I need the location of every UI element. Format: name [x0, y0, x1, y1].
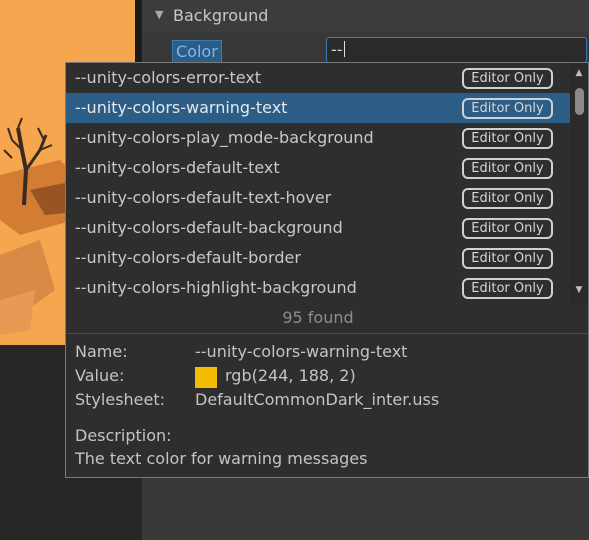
list-item[interactable]: --unity-colors-play_mode-background Edit… [66, 123, 570, 153]
editor-only-badge: Editor Only [462, 128, 553, 149]
name-value: --unity-colors-warning-text [195, 342, 408, 361]
editor-only-badge: Editor Only [462, 158, 553, 179]
variable-name: --unity-colors-warning-text [75, 98, 288, 117]
variable-name: --unity-colors-error-text [75, 68, 262, 87]
variable-name: --unity-colors-default-border [75, 248, 301, 267]
description-label: Description: [75, 426, 172, 445]
variable-name: --unity-colors-default-background [75, 218, 343, 237]
description-text: The text color for warning messages [75, 449, 368, 468]
list-item[interactable]: --unity-colors-error-text Editor Only [66, 63, 570, 93]
value-label: Value: [75, 366, 125, 385]
list-item[interactable]: --unity-colors-default-text Editor Only [66, 153, 570, 183]
variable-name: --unity-colors-default-text [75, 158, 280, 177]
variable-name: --unity-colors-play_mode-background [75, 128, 374, 147]
popup-divider [66, 333, 588, 334]
editor-only-badge: Editor Only [462, 188, 553, 209]
editor-only-badge: Editor Only [462, 68, 553, 89]
variable-completion-popup: --unity-colors-error-text Editor Only --… [65, 62, 589, 478]
variable-list[interactable]: --unity-colors-error-text Editor Only --… [66, 63, 570, 303]
scroll-up-arrow-icon[interactable]: ▲ [574, 68, 584, 78]
variable-name: --unity-colors-default-text-hover [75, 188, 332, 207]
value-text: rgb(244, 188, 2) [225, 366, 356, 385]
stylesheet-value: DefaultCommonDark_inter.uss [195, 390, 440, 409]
editor-only-badge: Editor Only [462, 248, 553, 269]
results-count: 95 found [282, 308, 354, 327]
editor-only-badge: Editor Only [462, 98, 553, 119]
color-variable-input[interactable]: -- [326, 37, 587, 63]
variable-name: --unity-colors-highlight-background [75, 278, 357, 297]
list-item[interactable]: --unity-colors-default-background Editor… [66, 213, 570, 243]
color-field-label[interactable]: Color [172, 40, 222, 64]
editor-only-badge: Editor Only [462, 218, 553, 239]
list-item[interactable]: --unity-colors-default-text-hover Editor… [66, 183, 570, 213]
list-scrollbar[interactable]: ▲ ▼ [570, 63, 588, 303]
list-item-selected[interactable]: --unity-colors-warning-text Editor Only [66, 93, 570, 123]
list-item[interactable]: --unity-colors-default-border Editor Onl… [66, 243, 570, 273]
list-item[interactable]: --unity-colors-highlight-background Edit… [66, 273, 570, 303]
background-foldout-header[interactable]: ▼ Background [142, 0, 589, 32]
name-label: Name: [75, 342, 128, 361]
section-title: Background [173, 6, 269, 25]
scrollbar-thumb[interactable] [575, 88, 584, 115]
text-caret [343, 41, 345, 57]
foldout-expanded-icon[interactable]: ▼ [155, 8, 163, 21]
color-variable-input-text: -- [331, 40, 343, 59]
editor-only-badge: Editor Only [462, 278, 553, 299]
stylesheet-label: Stylesheet: [75, 390, 166, 409]
scroll-down-arrow-icon[interactable]: ▼ [574, 285, 584, 295]
color-swatch [195, 367, 217, 388]
